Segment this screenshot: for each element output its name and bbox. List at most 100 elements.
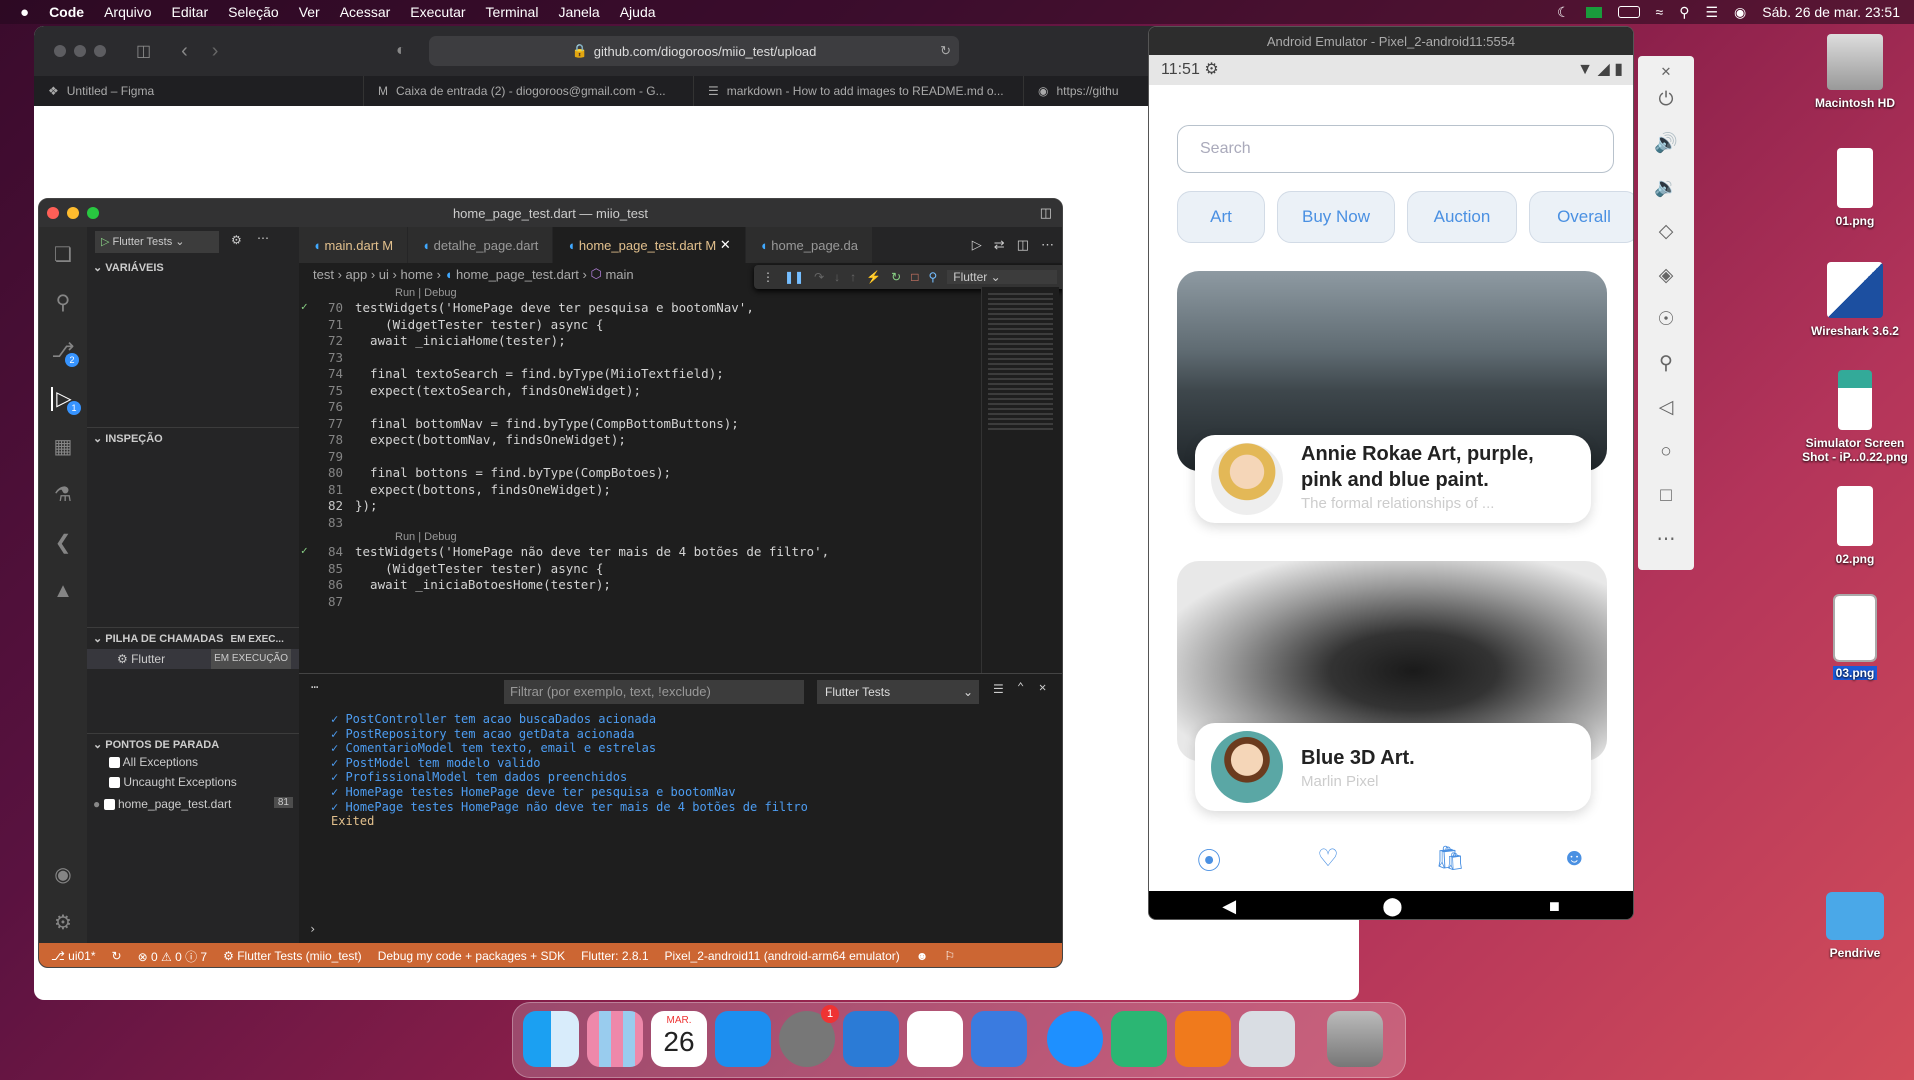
vscode-icon[interactable]	[843, 1011, 899, 1067]
tab-home-page[interactable]: ◖ home_page.da	[745, 227, 873, 263]
drag-handle-icon[interactable]: ⋮	[762, 270, 774, 284]
menu-code[interactable]: Code	[49, 4, 84, 20]
profile-icon[interactable]: ☻	[1562, 844, 1587, 872]
feedback-icon[interactable]: ☻	[916, 949, 929, 963]
safari-icon[interactable]	[1047, 1011, 1103, 1067]
step-over-icon[interactable]: ↷	[814, 270, 824, 284]
slack-icon[interactable]	[907, 1011, 963, 1067]
step-out-icon[interactable]: ↑	[850, 270, 856, 284]
minimap[interactable]	[981, 287, 1059, 673]
close-panel-icon[interactable]: ✕	[1039, 680, 1046, 694]
back-icon[interactable]: ◁	[1652, 394, 1680, 422]
gear-icon[interactable]: ⚙	[231, 233, 242, 247]
menu-ver[interactable]: Ver	[299, 4, 320, 20]
menu-ajuda[interactable]: Ajuda	[620, 4, 656, 20]
restart-icon[interactable]: ↻	[891, 270, 901, 284]
source-control-icon[interactable]: ⎇ 2	[51, 339, 79, 367]
apple-icon[interactable]: ●	[20, 4, 29, 21]
art-card-info[interactable]: Blue 3D Art. Marlin Pixel	[1195, 723, 1591, 811]
battery-icon[interactable]	[1617, 6, 1640, 18]
more-icon[interactable]: ⋯	[1652, 526, 1680, 554]
desktop-icon-02[interactable]: 02.png	[1800, 486, 1910, 566]
siri-icon[interactable]: ◉	[1734, 4, 1746, 21]
inspect-icon[interactable]: ⚲	[928, 270, 937, 284]
menu-janela[interactable]: Janela	[558, 4, 599, 20]
callstack-header[interactable]: ⌄ PILHA DE CHAMADAS EM EXEC...	[87, 627, 299, 645]
heart-icon[interactable]: ♡	[1317, 844, 1339, 873]
flutter-version-item[interactable]: Flutter: 2.8.1	[581, 949, 648, 963]
testing-icon[interactable]: ⚗	[51, 483, 75, 507]
tab-detalhe-page[interactable]: ◖ detalhe_page.dart	[408, 227, 554, 263]
compare-icon[interactable]: ⇄	[994, 237, 1005, 253]
launchpad-icon[interactable]	[587, 1011, 643, 1067]
filter-input[interactable]: Filtrar (por exemplo, text, !exclude)	[504, 680, 804, 704]
forward-icon[interactable]: ›	[212, 40, 219, 63]
overview-icon[interactable]: □	[1652, 482, 1680, 510]
trash-icon[interactable]	[1327, 1011, 1383, 1067]
desktop-icon-simulator-shot[interactable]: Simulator Screen Shot - iP...0.22.png	[1800, 370, 1910, 464]
menu-acessar[interactable]: Acessar	[340, 4, 391, 20]
tab-main-dart[interactable]: ◖ main.dart M	[299, 227, 409, 263]
browser-tab[interactable]: ☰ markdown - How to add images to README.…	[694, 76, 1024, 106]
crumb[interactable]: main	[605, 267, 633, 282]
extensions-icon[interactable]: ▦	[51, 435, 75, 459]
step-into-icon[interactable]: ↓	[834, 270, 840, 284]
back-icon[interactable]: ‹	[181, 40, 188, 63]
calendar-icon[interactable]: MAR. 26	[651, 1011, 707, 1067]
stop-icon[interactable]: □	[911, 270, 918, 284]
moon-icon[interactable]: ☾	[1557, 4, 1570, 21]
codelens-label[interactable]: Run | Debug	[395, 287, 457, 299]
maximize-icon[interactable]: ⌃	[1017, 680, 1024, 694]
camera-icon[interactable]: ☉	[1652, 306, 1680, 334]
menu-arquivo[interactable]: Arquivo	[104, 4, 151, 20]
close-button[interactable]	[47, 207, 59, 219]
desktop-icon-wireshark[interactable]: Wireshark 3.6.2	[1800, 262, 1910, 338]
finder-icon[interactable]	[523, 1011, 579, 1067]
chip-auction[interactable]: Auction	[1407, 191, 1517, 243]
thread-item[interactable]: ⚙ Flutter EM EXECUÇÃO	[87, 649, 299, 669]
zoom-button[interactable]	[87, 207, 99, 219]
search-icon[interactable]: ⚲	[1679, 4, 1689, 21]
search-icon[interactable]: ⚲	[51, 291, 75, 315]
system-preferences-icon[interactable]: 1	[779, 1005, 839, 1067]
debug-mode-item[interactable]: Debug my code + packages + SDK	[378, 949, 565, 963]
run-debug-icon[interactable]: ▷ 1	[51, 387, 81, 415]
clear-icon[interactable]: ☰	[993, 682, 1004, 696]
run-config-select[interactable]: ▷ Flutter Tests ⌄	[95, 231, 219, 253]
preview-icon[interactable]	[1239, 1011, 1295, 1067]
explore-icon[interactable]: ⦿	[1197, 841, 1221, 876]
account-icon[interactable]: ◉	[51, 863, 75, 887]
run-icon[interactable]: ▷	[972, 237, 982, 253]
reload-icon[interactable]: ↻	[940, 43, 951, 59]
close-tab-icon[interactable]: ✕	[720, 237, 731, 253]
breakpoint-item[interactable]: ● home_page_test.dart 81	[93, 797, 293, 811]
desktop-icon-01[interactable]: 01.png	[1800, 148, 1910, 228]
crumb[interactable]: home_page_test.dart	[456, 267, 579, 282]
more-icon[interactable]: ⋯	[311, 680, 318, 694]
checkbox[interactable]	[109, 757, 120, 769]
settings-gear-icon[interactable]: ⚙	[51, 911, 75, 935]
branch-item[interactable]: ⎇ ui01*	[51, 949, 96, 963]
rotate-left-icon[interactable]: ◇	[1652, 218, 1680, 246]
more-icon[interactable]: ⋯	[257, 231, 269, 245]
browser-tab[interactable]: M Caixa de entrada (2) - diogoroos@gmail.…	[364, 76, 694, 106]
control-center-icon[interactable]: ☰	[1705, 4, 1718, 21]
chip-art[interactable]: Art	[1177, 191, 1265, 243]
codelens-label[interactable]: Run | Debug	[395, 531, 457, 543]
checkbox[interactable]	[103, 799, 115, 811]
wifi-icon[interactable]: ≈	[1656, 4, 1664, 20]
xcode-icon[interactable]	[971, 1011, 1027, 1067]
debug-target-select[interactable]: Flutter ⌄	[947, 270, 1058, 284]
bag-icon[interactable]: 🛍	[1435, 844, 1465, 873]
menu-editar[interactable]: Editar	[172, 4, 209, 20]
breakpoint-item[interactable]: Uncaught Exceptions	[109, 775, 237, 789]
screen-recorder-icon[interactable]	[1175, 1011, 1231, 1067]
zoom-icon[interactable]: ⚲	[1652, 350, 1680, 378]
code-area[interactable]: Run | Debug ✓ 70 testWidgets('HomePage deve…	[299, 287, 959, 673]
menu-executar[interactable]: Executar	[410, 4, 465, 20]
variables-header[interactable]: ⌄ VARIÁVEIS	[87, 261, 299, 274]
crumb[interactable]: ui	[379, 267, 389, 282]
power-icon[interactable]: ⏻	[1652, 86, 1680, 114]
back-icon[interactable]: ◀	[1222, 896, 1236, 917]
chip-overall[interactable]: Overall	[1529, 191, 1633, 243]
